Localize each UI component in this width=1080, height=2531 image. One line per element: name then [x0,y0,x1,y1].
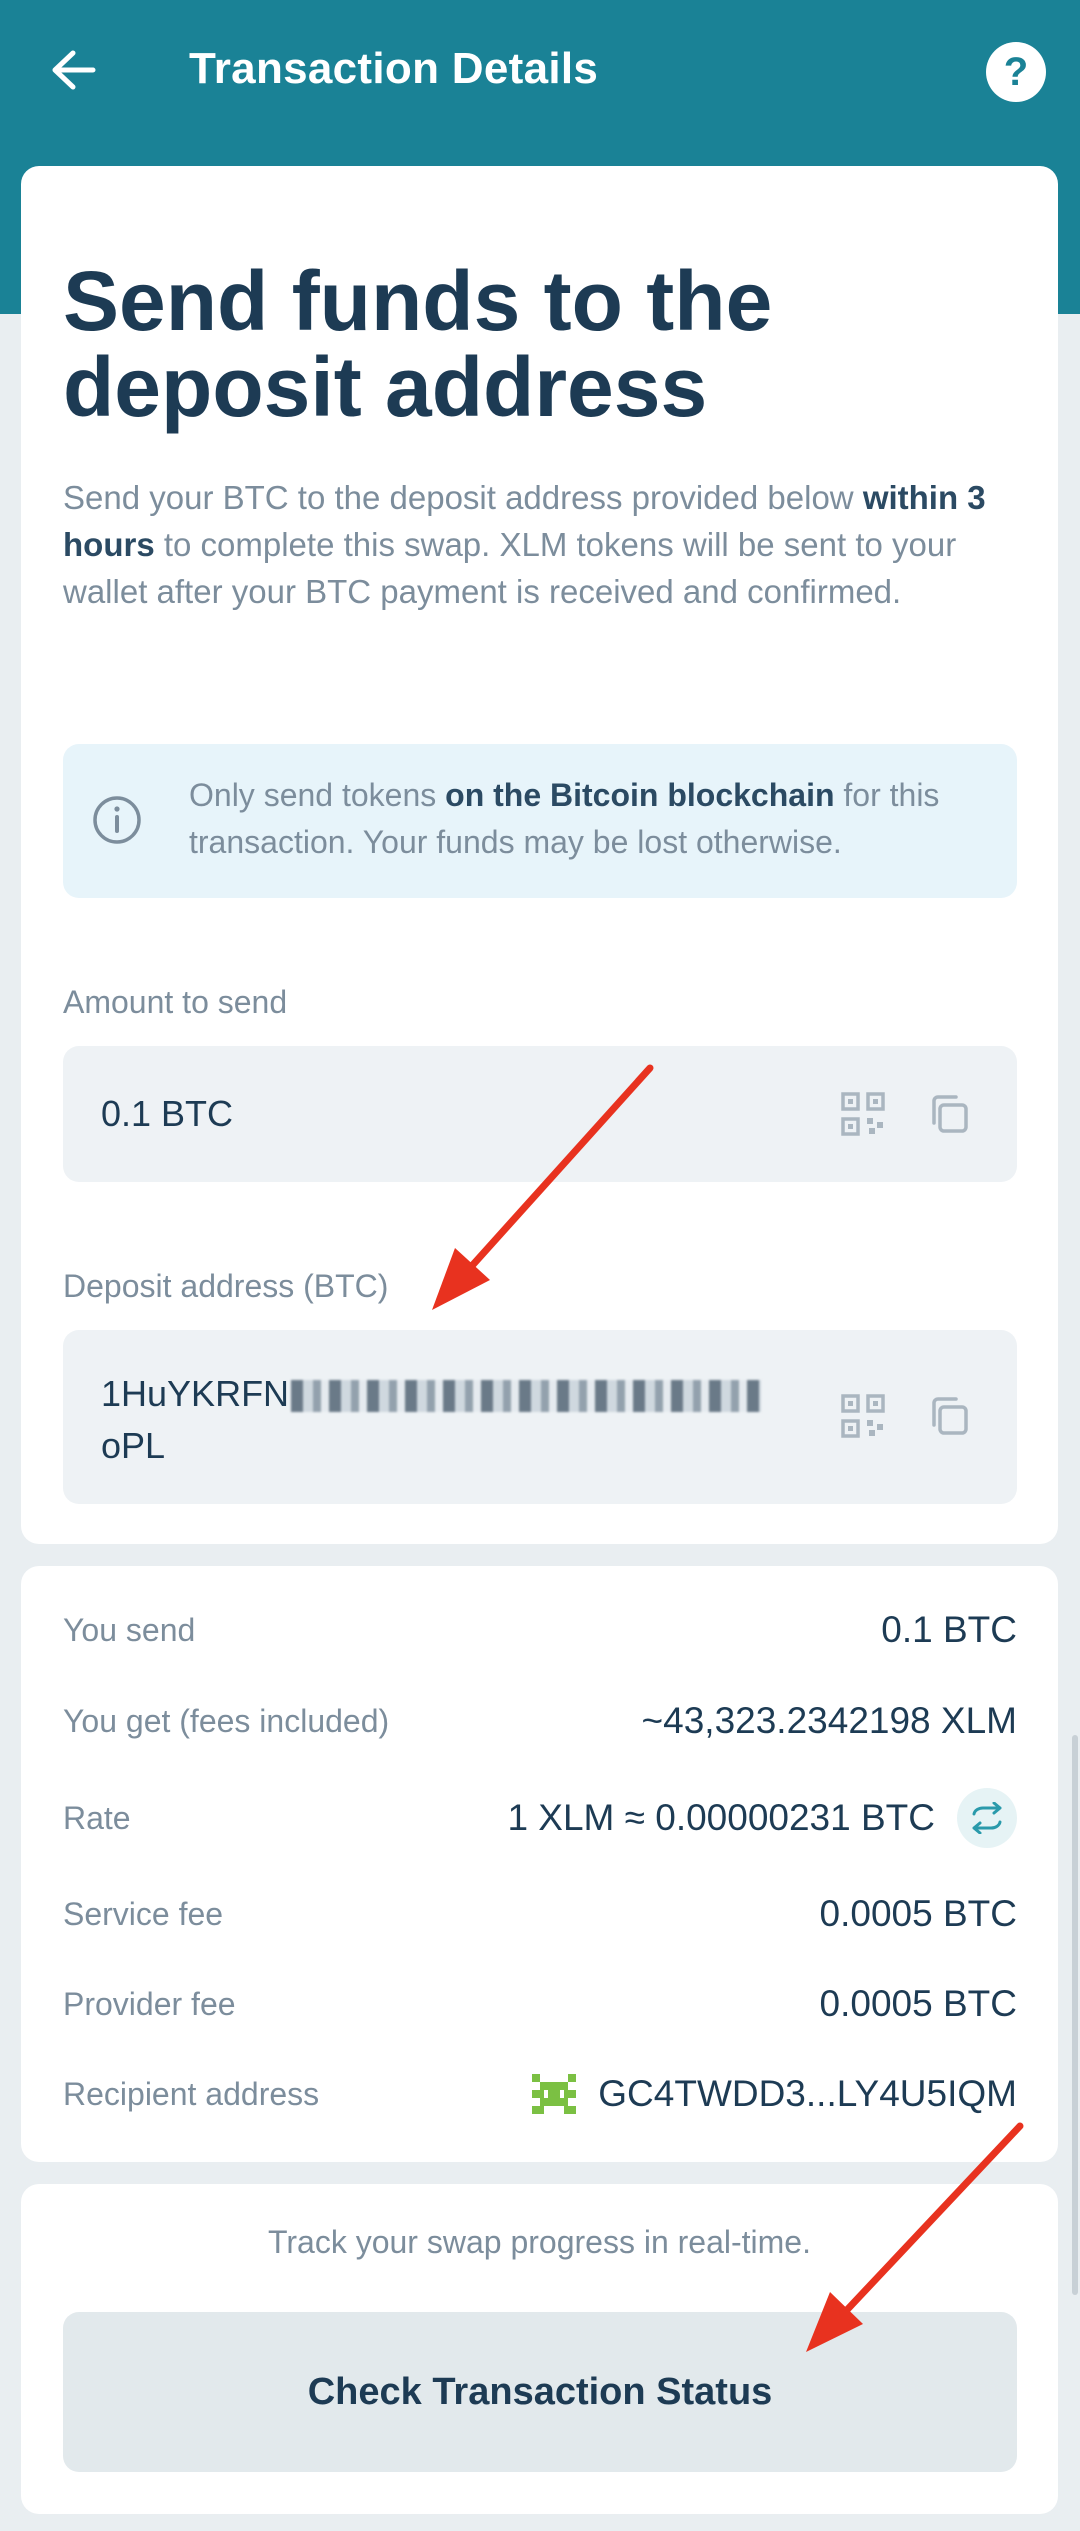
redacted-address-segment [291,1380,762,1413]
info-icon [93,796,141,844]
track-progress-text: Track your swap progress in real-time. [268,2224,811,2260]
row-label: You get (fees included) [63,1702,390,1739]
summary-row-you-get: You get (fees included) ~43,323.2342198 … [63,1691,1017,1751]
summary-row-rate: Rate 1 XLM ≈ 0.00000231 BTC [63,1788,1017,1848]
deposit-card: Send funds to the deposit address Send y… [21,166,1058,1544]
summary-row-recipient: Recipient address GC4TWDD3...LY4U5IQM [63,2064,1017,2124]
row-label: Provider fee [63,1985,236,2022]
summary-card: You send 0.1 BTC You get (fees included)… [21,1566,1058,2162]
deposit-instructions: Send your BTC to the deposit address pro… [63,479,986,610]
qr-code-icon [841,1394,885,1438]
deposit-heading: Send funds to the deposit address [63,254,773,434]
deposit-address-label: Deposit address (BTC) [63,1268,389,1304]
row-label: Rate [63,1799,131,1836]
back-arrow-icon [52,50,96,90]
deposit-copy-button[interactable] [925,1392,973,1440]
back-button[interactable] [44,40,104,100]
qr-code-icon [841,1092,885,1136]
row-value: 0.0005 BTC [819,1893,1017,1934]
blockchain-notice: Only send tokens on the Bitcoin blockcha… [63,744,1017,898]
row-value: 0.1 BTC [881,1609,1017,1650]
amount-qr-button[interactable] [839,1090,887,1138]
swap-rate-button[interactable] [957,1788,1017,1848]
help-button[interactable]: ? [986,42,1046,102]
identicon-avatar [532,2074,577,2114]
deposit-address-field: 1HuYKRFN oPL [63,1330,1017,1504]
amount-label: Amount to send [63,984,288,1020]
copy-icon [932,1095,968,1133]
deposit-address-value: 1HuYKRFN oPL [101,1368,801,1472]
row-label: You send [63,1611,196,1648]
scrollbar[interactable] [1072,1735,1078,2295]
status-card: Track your swap progress in real-time. C… [21,2184,1058,2514]
row-label: Recipient address [63,2075,320,2112]
help-icon: ? [1003,49,1029,94]
row-value: 0.0005 BTC [819,1983,1017,2024]
copy-icon [932,1397,968,1435]
summary-row-you-send: You send 0.1 BTC [63,1600,1017,1660]
page-title: Transaction Details [189,44,599,93]
recipient-address[interactable]: GC4TWDD3...LY4U5IQM [598,2073,1017,2115]
rate-value-group: 1 XLM ≈ 0.00000231 BTC [507,1788,1017,1848]
summary-row-service-fee: Service fee 0.0005 BTC [63,1884,1017,1944]
summary-row-provider-fee: Provider fee 0.0005 BTC [63,1974,1017,2034]
amount-copy-button[interactable] [925,1090,973,1138]
row-value: 1 XLM ≈ 0.00000231 BTC [507,1797,935,1838]
recipient-value-group: GC4TWDD3...LY4U5IQM [532,2073,1017,2115]
notice-text: Only send tokens on the Bitcoin blockcha… [189,777,940,860]
row-label: Service fee [63,1895,224,1932]
amount-value: 0.1 BTC [101,1093,234,1134]
deposit-qr-button[interactable] [839,1392,887,1440]
amount-field: 0.1 BTC [63,1046,1017,1182]
check-transaction-status-button[interactable]: Check Transaction Status [63,2312,1017,2472]
row-value: ~43,323.2342198 XLM [641,1700,1017,1741]
swap-icon [972,1802,1002,1834]
